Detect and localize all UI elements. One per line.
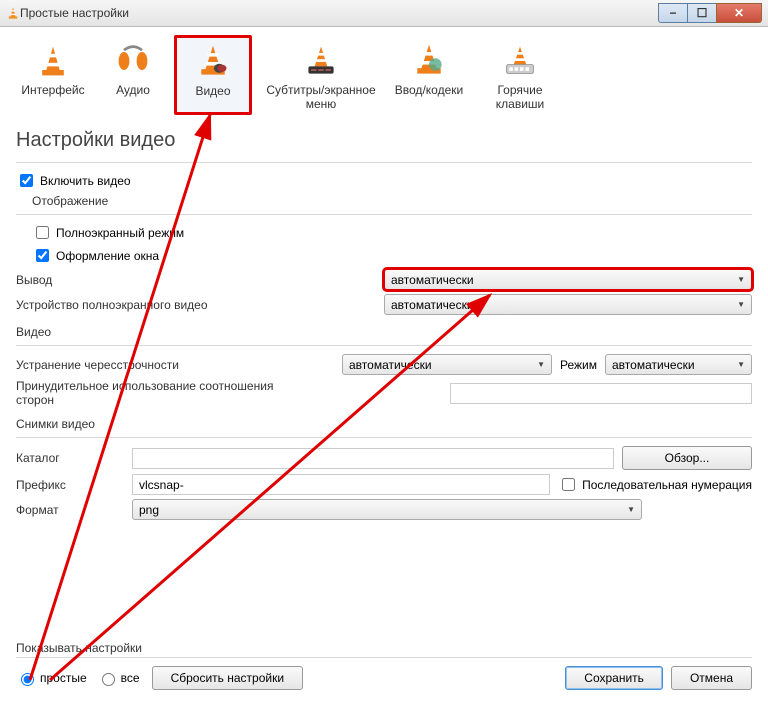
sequential-input[interactable] (562, 478, 575, 491)
hotkeys-icon (502, 43, 538, 79)
separator (16, 657, 752, 658)
separator (16, 162, 752, 163)
tab-video[interactable]: Видео (174, 35, 252, 115)
audio-icon (115, 43, 151, 79)
sequential-label: Последовательная нумерация (582, 478, 752, 492)
output-combo[interactable]: автоматически (384, 269, 752, 290)
radio-all[interactable]: все (97, 670, 140, 686)
snapshot-group-title: Снимки видео (16, 417, 752, 431)
minimize-button[interactable]: − (658, 3, 688, 23)
vlc-cone-icon (6, 6, 20, 20)
reset-button[interactable]: Сбросить настройки (152, 666, 303, 690)
deint-label: Устранение чересстрочности (16, 358, 206, 372)
video-icon (195, 44, 231, 80)
close-button[interactable]: ✕ (716, 3, 762, 23)
tab-label: Интерфейс (16, 83, 90, 97)
tab-label: Аудио (96, 83, 170, 97)
maximize-button[interactable]: ☐ (687, 3, 717, 23)
decorations-input[interactable] (36, 249, 49, 262)
fsdevice-label: Устройство полноэкранного видео (16, 298, 216, 312)
enable-video-input[interactable] (20, 174, 33, 187)
output-label: Вывод (16, 273, 216, 287)
input-icon (411, 43, 447, 79)
titlebar: Простые настройки − ☐ ✕ (0, 0, 768, 27)
aspect-label: Принудительное использование соотношения… (16, 379, 306, 407)
tab-label: Видео (177, 84, 249, 98)
browse-button[interactable]: Обзор... (622, 446, 752, 470)
interface-icon (35, 43, 71, 79)
display-group-title: Отображение (32, 194, 752, 208)
fullscreen-label: Полноэкранный режим (56, 226, 184, 240)
radio-simple[interactable]: простые (16, 670, 87, 686)
format-combo[interactable]: png (132, 499, 642, 520)
separator (16, 214, 752, 215)
deint-combo[interactable]: автоматически (342, 354, 552, 375)
mode-combo[interactable]: автоматически (605, 354, 752, 375)
sequential-checkbox[interactable]: Последовательная нумерация (558, 475, 752, 494)
tab-hotkeys[interactable]: Горячие клавиши (470, 35, 570, 115)
tab-subtitles[interactable]: Субтитры/экранное меню (254, 35, 388, 115)
tab-interface[interactable]: Интерфейс (14, 35, 92, 115)
tab-label: Горячие клавиши (472, 83, 568, 111)
fullscreen-input[interactable] (36, 226, 49, 239)
decorations-label: Оформление окна (56, 249, 159, 263)
dir-label: Каталог (16, 451, 124, 465)
mode-label: Режим (560, 358, 597, 372)
fsdevice-combo[interactable]: автоматически (384, 294, 752, 315)
fullscreen-checkbox[interactable]: Полноэкранный режим (32, 223, 752, 242)
tab-audio[interactable]: Аудио (94, 35, 172, 115)
show-settings-label: Показывать настройки (16, 641, 752, 655)
save-button[interactable]: Сохранить (565, 666, 663, 690)
subtitles-icon (303, 43, 339, 79)
content-area: Настройки видео Включить видео Отображен… (0, 119, 768, 520)
aspect-input[interactable] (450, 383, 752, 404)
separator (16, 345, 752, 346)
separator (16, 437, 752, 438)
cancel-button[interactable]: Отмена (671, 666, 752, 690)
format-label: Формат (16, 503, 124, 517)
prefix-input[interactable] (132, 474, 550, 495)
enable-video-checkbox[interactable]: Включить видео (16, 171, 752, 190)
tab-input[interactable]: Ввод/кодеки (390, 35, 468, 115)
footer: Показывать настройки простые все Сбросит… (0, 635, 768, 702)
prefix-label: Префикс (16, 478, 124, 492)
enable-video-label: Включить видео (40, 174, 131, 188)
window-title: Простые настройки (20, 6, 659, 20)
dir-input[interactable] (132, 448, 614, 469)
category-toolbar: Интерфейс Аудио Видео Субтитры/экранное … (0, 27, 768, 119)
show-mode-radios: простые все (16, 670, 140, 686)
page-title: Настройки видео (16, 129, 752, 152)
video-group-title: Видео (16, 325, 752, 339)
tab-label: Ввод/кодеки (392, 83, 466, 97)
decorations-checkbox[interactable]: Оформление окна (32, 246, 752, 265)
tab-label: Субтитры/экранное меню (256, 83, 386, 111)
